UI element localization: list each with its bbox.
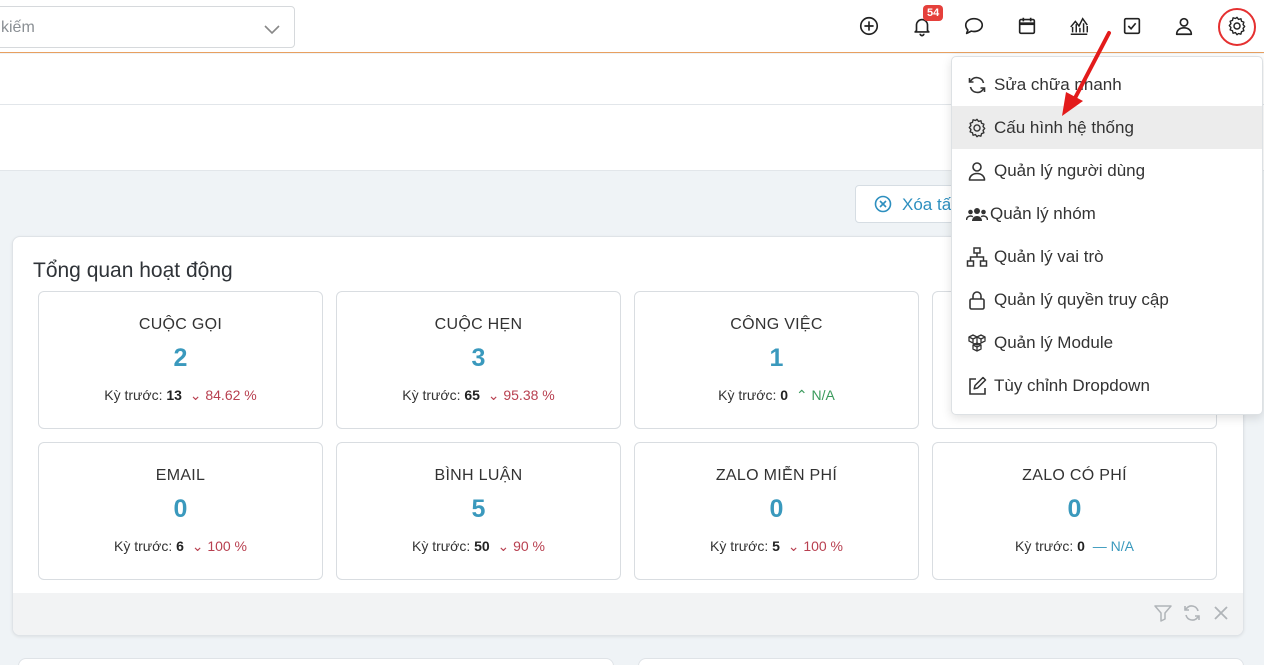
refresh-icon	[968, 76, 986, 94]
card-previous: Kỳ trước: 50 ⌄ 90 %	[411, 538, 546, 554]
panel-footer	[13, 593, 1243, 635]
stat-card: ZALO MIỄN PHÍ 0 Kỳ trước: 5 ⌄ 100 %	[634, 442, 919, 580]
refresh-icon[interactable]	[1182, 603, 1202, 623]
card-value: 0	[769, 495, 784, 523]
boxes-icon	[968, 334, 986, 352]
stat-card: ZALO CÓ PHÍ 0 Kỳ trước: 0 — N/A	[932, 442, 1217, 580]
menu-item-label: Quản lý quyền truy cập	[994, 290, 1169, 309]
close-icon[interactable]	[1211, 603, 1231, 623]
trend-down-icon: ⌄	[487, 387, 500, 403]
card-title: CÔNG VIỆC	[730, 316, 823, 333]
card-previous: Kỳ trước: 0 ⌃ N/A	[718, 387, 835, 403]
card-title: ZALO CÓ PHÍ	[1022, 467, 1127, 484]
card-title: CUỘC HẸN	[434, 316, 523, 333]
stat-card: BÌNH LUẬN 5 Kỳ trước: 50 ⌄ 90 %	[336, 442, 621, 580]
gear-icon[interactable]	[1223, 12, 1251, 40]
trend-down-icon: ⌄	[497, 538, 510, 554]
menu-item-role-management[interactable]: Quản lý vai trò	[952, 235, 1262, 278]
card-previous: Kỳ trước: 0 — N/A	[1015, 538, 1134, 554]
menu-item-system-config[interactable]: Cấu hình hệ thống	[952, 106, 1262, 149]
checkbox-icon[interactable]	[1118, 12, 1146, 40]
trend-down-icon: ⌄	[189, 387, 202, 403]
trend-down-icon: ⌄	[191, 538, 204, 554]
chart-icon[interactable]	[1065, 12, 1093, 40]
bottom-panel-right	[638, 658, 1244, 665]
menu-item-group-management[interactable]: Quản lý nhóm	[952, 192, 1262, 235]
menu-item-label: Tùy chỉnh Dropdown	[994, 376, 1150, 395]
bottom-panel-left	[18, 658, 614, 665]
trend-flat-icon: —	[1092, 538, 1107, 554]
menu-item-module-management[interactable]: Quản lý Module	[952, 321, 1262, 364]
menu-item-label: Sửa chữa nhanh	[994, 75, 1122, 94]
search-placeholder: kiếm	[1, 19, 35, 36]
menu-item-user-management[interactable]: Quản lý người dùng	[952, 149, 1262, 192]
menu-item-label: Quản lý vai trò	[994, 247, 1104, 266]
clear-all-button[interactable]: Xóa tấ	[855, 185, 965, 223]
card-value: 1	[769, 344, 784, 372]
lock-icon	[969, 291, 985, 310]
trend-down-icon: ⌄	[787, 538, 800, 554]
menu-item-access-management[interactable]: Quản lý quyền truy cập	[952, 278, 1262, 321]
stat-card: EMAIL 0 Kỳ trước: 6 ⌄ 100 %	[38, 442, 323, 580]
menu-item-label: Cấu hình hệ thống	[994, 118, 1134, 137]
card-value: 0	[173, 495, 188, 523]
menu-item-quick-repair[interactable]: Sửa chữa nhanh	[952, 63, 1262, 106]
card-previous: Kỳ trước: 5 ⌄ 100 %	[709, 538, 844, 554]
menu-item-label: Quản lý Module	[994, 333, 1114, 352]
users-icon	[966, 208, 988, 221]
stat-card: CUỘC GỌI 2 Kỳ trước: 13 ⌄ 84.62 %	[38, 291, 323, 429]
menu-item-label: Quản lý người dùng	[994, 161, 1146, 180]
card-value: 5	[471, 495, 486, 523]
card-value: 0	[1067, 495, 1082, 523]
plus-circle-icon[interactable]	[855, 12, 883, 40]
hierarchy-icon	[966, 247, 988, 267]
search-select[interactable]: kiếm	[0, 6, 295, 48]
clear-all-label: Xóa tấ	[902, 195, 952, 214]
edit-icon	[969, 376, 987, 395]
menu-item-label: Quản lý nhóm	[990, 204, 1096, 223]
top-bar: kiếm 54	[0, 0, 1264, 53]
panel-title: Tổng quan hoạt động	[33, 259, 233, 282]
gear-icon	[968, 118, 986, 138]
chat-icon[interactable]	[960, 12, 988, 40]
card-title: EMAIL	[155, 467, 206, 484]
card-value: 3	[471, 344, 486, 372]
stat-card: CÔNG VIỆC 1 Kỳ trước: 0 ⌃ N/A	[634, 291, 919, 429]
card-previous: Kỳ trước: 65 ⌄ 95.38 %	[402, 387, 555, 403]
card-value: 2	[173, 344, 188, 372]
close-circle-icon	[874, 195, 892, 213]
settings-dropdown-menu: Sửa chữa nhanh Cấu hình hệ thống Quản lý…	[951, 56, 1263, 415]
card-previous: Kỳ trước: 13 ⌄ 84.62 %	[104, 387, 257, 403]
user-icon	[968, 162, 986, 181]
user-icon[interactable]	[1170, 12, 1198, 40]
calendar-icon[interactable]	[1013, 12, 1041, 40]
notification-badge: 54	[923, 5, 944, 21]
chevron-down-icon	[264, 25, 280, 35]
card-title: CUỘC GỌI	[138, 316, 223, 333]
card-title: BÌNH LUẬN	[434, 467, 523, 484]
menu-item-custom-dropdown[interactable]: Tùy chỉnh Dropdown	[952, 364, 1262, 407]
card-title: ZALO MIỄN PHÍ	[715, 467, 838, 484]
stat-card: CUỘC HẸN 3 Kỳ trước: 65 ⌄ 95.38 %	[336, 291, 621, 429]
filter-icon[interactable]	[1153, 603, 1173, 623]
card-previous: Kỳ trước: 6 ⌄ 100 %	[113, 538, 248, 554]
trend-up-icon: ⌃	[795, 387, 808, 403]
